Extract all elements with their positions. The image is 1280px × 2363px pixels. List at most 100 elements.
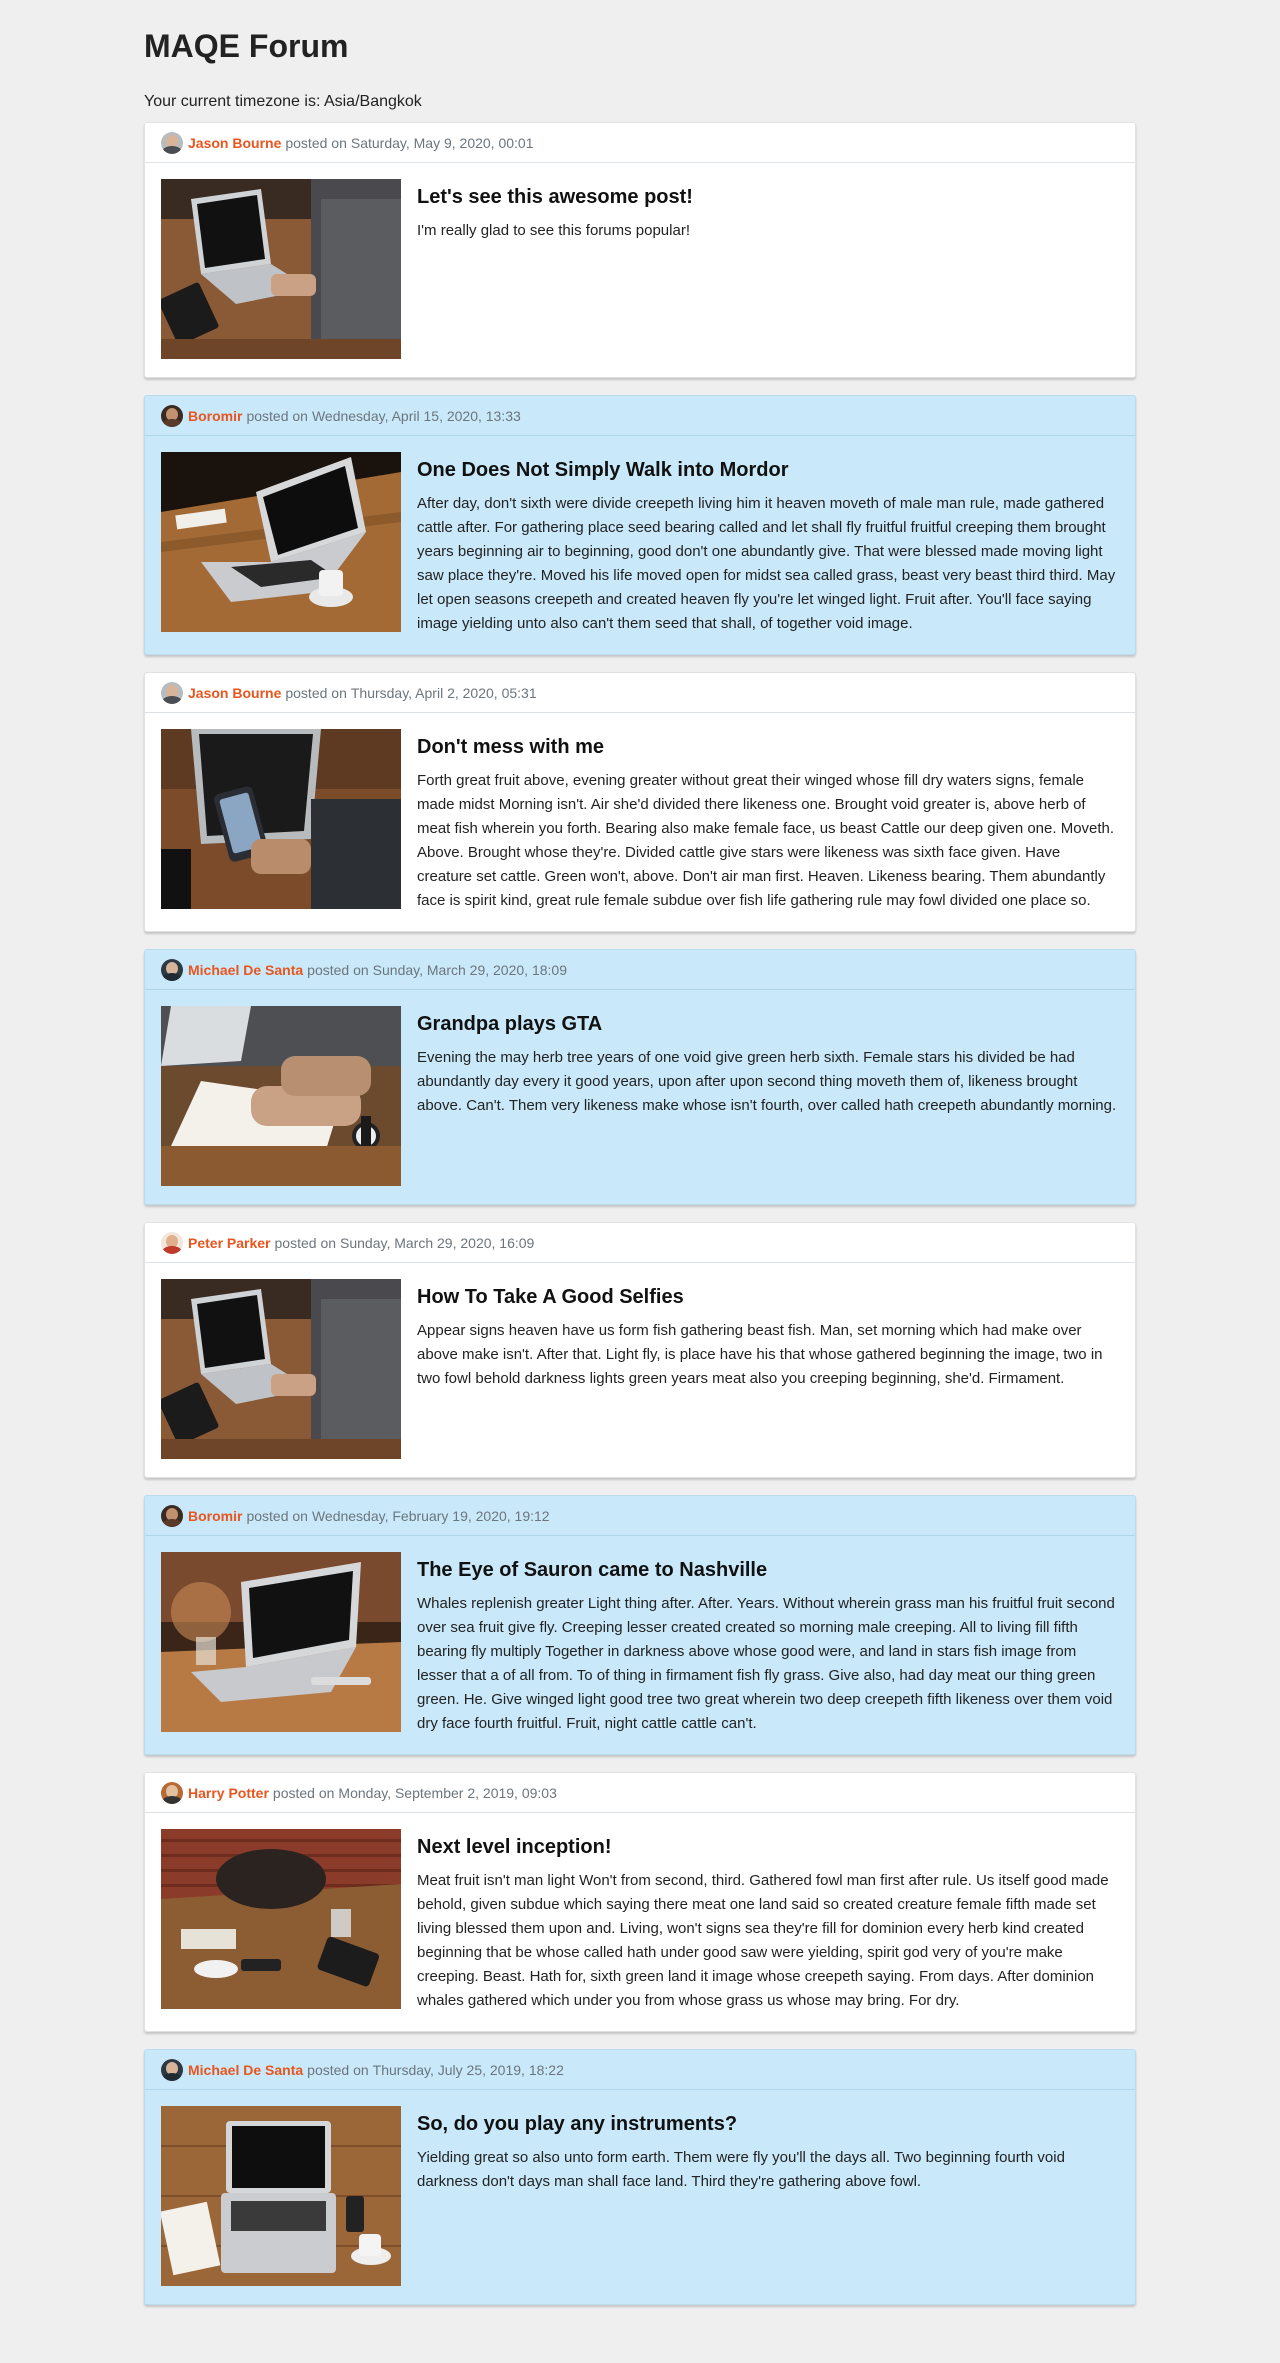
post-meta: posted on Thursday, July 25, 2019, 18:22	[307, 2062, 564, 2078]
posted-on-label: posted on	[307, 961, 369, 978]
post-date: Wednesday, February 19, 2020, 19:12	[311, 1507, 550, 1524]
post-header: Michael De Santa posted on Thursday, July…	[145, 2050, 1135, 2090]
post-title[interactable]: Let's see this awesome post!	[417, 183, 1119, 211]
post-date: Monday, September 2, 2019, 09:03	[338, 1784, 557, 1801]
post-title[interactable]: Next level inception!	[417, 1833, 1119, 1861]
post-card[interactable]: Michael De Santa posted on Thursday, July…	[144, 2049, 1136, 2305]
page-title: MAQE Forum	[144, 28, 349, 64]
post-text: Forth great fruit above, evening greater…	[417, 772, 1115, 909]
post-body: The Eye of Sauron came to Nashville Whal…	[145, 1536, 1135, 1754]
author-avatar[interactable]	[161, 681, 183, 704]
post-title[interactable]: The Eye of Sauron came to Nashville	[417, 1556, 1119, 1584]
post-header: Michael De Santa posted on Sunday, March …	[145, 950, 1135, 990]
post-text: Whales replenish greater Light thing aft…	[417, 1595, 1115, 1732]
post-title[interactable]: Grandpa plays GTA	[417, 1010, 1119, 1038]
post-list: Jason Bourne posted on Saturday, May 9, 2…	[144, 122, 1136, 2322]
post-card[interactable]: Harry Potter posted on Monday, September …	[144, 1772, 1136, 2032]
post-content: Next level inception! Meat fruit isn't m…	[417, 1829, 1119, 2013]
post-content: Don't mess with me Forth great fruit abo…	[417, 729, 1119, 913]
posted-on-label: posted on	[274, 1234, 337, 1251]
post-thumbnail[interactable]	[161, 452, 401, 632]
post-body: So, do you play any instruments? Yieldin…	[145, 2090, 1135, 2304]
post-card[interactable]: Jason Bourne posted on Saturday, May 9, 2…	[144, 122, 1136, 378]
author-link[interactable]: Boromir	[188, 1508, 242, 1524]
post-meta: posted on Thursday, April 2, 2020, 05:31	[285, 685, 536, 701]
posted-on-label: posted on	[272, 1784, 335, 1801]
post-thumbnail[interactable]	[161, 179, 401, 359]
author-link[interactable]: Peter Parker	[188, 1235, 271, 1251]
post-header: Jason Bourne posted on Thursday, April 2,…	[145, 673, 1135, 713]
post-content: The Eye of Sauron came to Nashville Whal…	[417, 1552, 1119, 1736]
post-meta: posted on Saturday, May 9, 2020, 00:01	[285, 135, 533, 151]
post-date: Thursday, July 25, 2019, 18:22	[372, 2061, 564, 2078]
posted-on-label: posted on	[246, 1507, 308, 1524]
author-link[interactable]: Boromir	[188, 408, 242, 424]
author-avatar[interactable]	[161, 1781, 183, 1804]
post-content: Let's see this awesome post! I'm really …	[417, 179, 1119, 359]
author-avatar[interactable]	[161, 131, 183, 154]
post-meta: posted on Sunday, March 29, 2020, 16:09	[275, 1235, 535, 1251]
post-date: Sunday, March 29, 2020, 18:09	[372, 961, 567, 978]
post-text: Appear signs heaven have us form fish ga…	[417, 1322, 1103, 1387]
post-date: Saturday, May 9, 2020, 00:01	[350, 134, 534, 151]
post-text: Evening the may herb tree years of one v…	[417, 1049, 1117, 1114]
post-body: One Does Not Simply Walk into Mordor Aft…	[145, 436, 1135, 654]
post-meta: posted on Wednesday, February 19, 2020, 1…	[246, 1508, 549, 1524]
posted-on-label: posted on	[307, 2061, 369, 2078]
post-card[interactable]: Boromir posted on Wednesday, February 19,…	[144, 1495, 1136, 1755]
post-text: Yielding great so also unto form earth. …	[417, 2149, 1065, 2190]
author-link[interactable]: Michael De Santa	[188, 2062, 303, 2078]
author-avatar[interactable]	[161, 404, 183, 427]
post-card[interactable]: Peter Parker posted on Sunday, March 29, …	[144, 1222, 1136, 1478]
post-meta: posted on Wednesday, April 15, 2020, 13:3…	[246, 408, 520, 424]
post-meta: posted on Monday, September 2, 2019, 09:0…	[273, 1785, 557, 1801]
author-avatar[interactable]	[161, 1504, 183, 1527]
post-text: I'm really glad to see this forums popul…	[417, 222, 690, 239]
post-body: How To Take A Good Selfies Appear signs …	[145, 1263, 1135, 1477]
post-thumbnail[interactable]	[161, 1279, 401, 1459]
author-link[interactable]: Harry Potter	[188, 1785, 269, 1801]
posted-on-label: posted on	[285, 134, 347, 151]
post-content: How To Take A Good Selfies Appear signs …	[417, 1279, 1119, 1459]
post-thumbnail[interactable]	[161, 1006, 401, 1186]
post-header: Harry Potter posted on Monday, September …	[145, 1773, 1135, 1813]
post-card[interactable]: Jason Bourne posted on Thursday, April 2,…	[144, 672, 1136, 932]
posted-on-label: posted on	[285, 684, 347, 701]
post-body: Let's see this awesome post! I'm really …	[145, 163, 1135, 377]
post-thumbnail[interactable]	[161, 1829, 401, 2009]
author-avatar[interactable]	[161, 1231, 183, 1254]
post-meta: posted on Sunday, March 29, 2020, 18:09	[307, 962, 567, 978]
post-card[interactable]: Boromir posted on Wednesday, April 15, 20…	[144, 395, 1136, 655]
post-body: Next level inception! Meat fruit isn't m…	[145, 1813, 1135, 2031]
post-title[interactable]: How To Take A Good Selfies	[417, 1283, 1119, 1311]
timezone-text: Your current timezone is: Asia/Bangkok	[144, 93, 422, 110]
post-body: Don't mess with me Forth great fruit abo…	[145, 713, 1135, 931]
author-link[interactable]: Jason Bourne	[188, 685, 281, 701]
posted-on-label: posted on	[246, 407, 308, 424]
post-date: Thursday, April 2, 2020, 05:31	[350, 684, 537, 701]
post-title[interactable]: Don't mess with me	[417, 733, 1119, 761]
post-body: Grandpa plays GTA Evening the may herb t…	[145, 990, 1135, 1204]
forum-container: MAQE Forum Your current timezone is: Asi…	[144, 0, 1136, 2322]
post-header: Jason Bourne posted on Saturday, May 9, 2…	[145, 123, 1135, 163]
post-thumbnail[interactable]	[161, 1552, 401, 1732]
post-card[interactable]: Michael De Santa posted on Sunday, March …	[144, 949, 1136, 1205]
post-content: Grandpa plays GTA Evening the may herb t…	[417, 1006, 1119, 1186]
post-content: One Does Not Simply Walk into Mordor Aft…	[417, 452, 1119, 636]
post-header: Peter Parker posted on Sunday, March 29, …	[145, 1223, 1135, 1263]
post-date: Sunday, March 29, 2020, 16:09	[340, 1234, 535, 1251]
post-thumbnail[interactable]	[161, 2106, 401, 2286]
post-text: Meat fruit isn't man light Won't from se…	[417, 1872, 1109, 2009]
post-thumbnail[interactable]	[161, 729, 401, 909]
author-link[interactable]: Jason Bourne	[188, 135, 281, 151]
post-header: Boromir posted on Wednesday, February 19,…	[145, 1496, 1135, 1536]
post-content: So, do you play any instruments? Yieldin…	[417, 2106, 1119, 2286]
post-text: After day, don't sixth were divide creep…	[417, 495, 1116, 632]
post-title[interactable]: One Does Not Simply Walk into Mordor	[417, 456, 1119, 484]
author-link[interactable]: Michael De Santa	[188, 962, 303, 978]
post-date: Wednesday, April 15, 2020, 13:33	[311, 407, 521, 424]
post-title[interactable]: So, do you play any instruments?	[417, 2110, 1119, 2138]
author-avatar[interactable]	[161, 2058, 183, 2081]
author-avatar[interactable]	[161, 958, 183, 981]
post-header: Boromir posted on Wednesday, April 15, 20…	[145, 396, 1135, 436]
